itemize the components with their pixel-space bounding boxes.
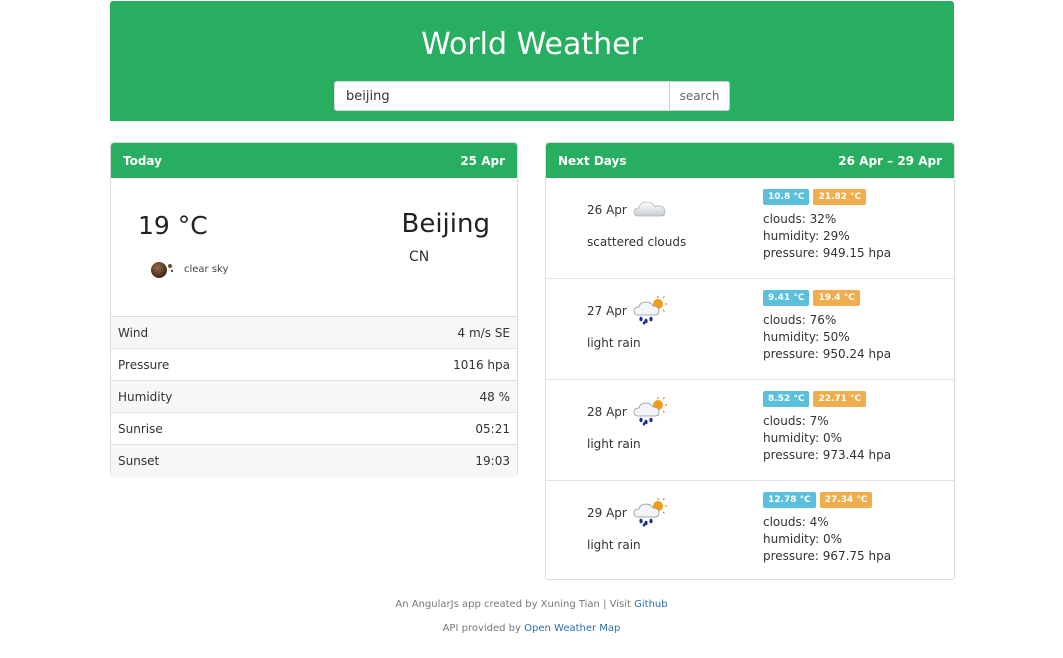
max-temp-badge: 21.82 °C [813,189,867,205]
temp-range: 9.41 °C 19.4 °C [763,290,860,306]
current-temperature: 19 °C [138,211,208,240]
forecast-day: 28 Apr light rain 8.52 °C 22.71 °C cloud… [546,380,954,481]
forecast-stats: clouds: 7% humidity: 0% pressure: 973.44… [763,413,891,464]
detail-label: Pressure [118,357,170,372]
max-temp-badge: 19.4 °C [813,290,860,306]
next-days-panel: Next Days 26 Apr – 29 Apr 26 Apr scatter… [545,142,955,580]
forecast-date: 27 Apr [587,304,627,318]
forecast-day: 26 Apr scattered clouds 10.8 °C 21.82 °C… [546,178,954,279]
today-details: Wind 4 m/s SE Pressure 1016 hpa Humidity… [111,317,517,477]
detail-label: Wind [118,325,149,340]
city-name: Beijing [401,209,491,239]
moon-clear-icon [151,262,174,278]
detail-label: Sunset [118,454,160,468]
min-temp-badge: 10.8 °C [763,189,810,205]
search-input[interactable] [334,81,669,111]
max-temp-badge: 22.71 °C [813,391,867,407]
credit-text: An AngularJs app created by Xuning Tian … [395,599,635,610]
temp-range: 10.8 °C 21.82 °C [763,189,867,205]
today-date: 25 Apr [460,153,505,168]
forecast-day: 27 Apr light rain 9.41 °C 19.4 °C clouds… [546,279,954,380]
forecast-date: 29 Apr [587,506,627,520]
humidity-stat: humidity: 29% [763,229,850,243]
search-bar: search [334,81,730,111]
temp-range: 8.52 °C 22.71 °C [763,391,867,407]
max-temp-badge: 27.34 °C [819,492,873,508]
api-text: API provided by [442,623,525,634]
next-days-label: Next Days [558,153,627,168]
forecast-description: light rain [587,437,641,451]
humidity-stat: humidity: 0% [763,532,843,546]
forecast-stats: clouds: 32% humidity: 29% pressure: 949.… [763,211,891,262]
detail-value: 48 % [479,389,511,404]
clouds-stat: clouds: 7% [763,414,829,428]
detail-row-humidity: Humidity 48 % [111,381,517,413]
pressure-stat: pressure: 950.24 hpa [763,347,892,361]
min-temp-badge: 9.41 °C [763,290,810,306]
humidity-stat: humidity: 0% [763,431,843,445]
github-link[interactable]: Github [634,599,667,610]
today-label: Today [123,153,162,168]
detail-value: 1016 hpa [453,357,510,372]
detail-row-sunrise: Sunrise 05:21 [111,413,517,445]
rain-sun-icon [633,296,667,325]
forecast-day: 29 Apr light rain 12.78 °C 27.34 °C clou… [546,481,954,581]
clouds-stat: clouds: 76% [763,313,837,327]
api-footer: API provided by Open Weather Map [0,623,1063,634]
detail-value: 05:21 [475,421,510,436]
forecast-date: 28 Apr [587,405,627,419]
search-button[interactable]: search [669,81,730,111]
detail-value: 4 m/s SE [457,325,510,340]
rain-sun-icon [633,498,667,527]
min-temp-badge: 12.78 °C [763,492,816,508]
detail-label: Humidity [118,389,173,404]
humidity-stat: humidity: 50% [763,330,850,344]
forecast-stats: clouds: 4% humidity: 0% pressure: 967.75… [763,514,891,565]
cloud-icon [633,201,666,217]
forecast-description: scattered clouds [587,235,687,249]
rain-sun-icon [633,397,667,426]
pressure-stat: pressure: 949.15 hpa [763,246,892,260]
temp-range: 12.78 °C 27.34 °C [763,492,873,508]
forecast-description: light rain [587,336,641,350]
detail-row-sunset: Sunset 19:03 [111,445,517,477]
forecast-stats: clouds: 76% humidity: 50% pressure: 950.… [763,312,891,363]
forecast-date: 26 Apr [587,203,627,217]
today-summary: 19 °C Beijing CN clear sky [111,178,517,317]
next-days-header: Next Days 26 Apr – 29 Apr [546,143,954,178]
detail-label: Sunrise [118,421,163,436]
today-panel-header: Today 25 Apr [111,143,517,178]
sky-description: clear sky [184,264,229,275]
detail-row-wind: Wind 4 m/s SE [111,317,517,349]
app-title: World Weather [421,27,643,62]
open-weather-map-link[interactable]: Open Weather Map [524,623,620,634]
next-days-range: 26 Apr – 29 Apr [838,153,942,168]
forecast-description: light rain [587,538,641,552]
detail-value: 19:03 [475,454,510,468]
pressure-stat: pressure: 973.44 hpa [763,448,892,462]
min-temp-badge: 8.52 °C [763,391,810,407]
app-header: World Weather search [110,1,954,121]
credit-footer: An AngularJs app created by Xuning Tian … [0,599,1063,610]
country-code: CN [409,249,430,265]
today-panel: Today 25 Apr 19 °C Beijing CN clear sky … [110,142,518,477]
detail-row-pressure: Pressure 1016 hpa [111,349,517,381]
pressure-stat: pressure: 967.75 hpa [763,549,892,563]
clouds-stat: clouds: 32% [763,212,837,226]
clouds-stat: clouds: 4% [763,515,829,529]
